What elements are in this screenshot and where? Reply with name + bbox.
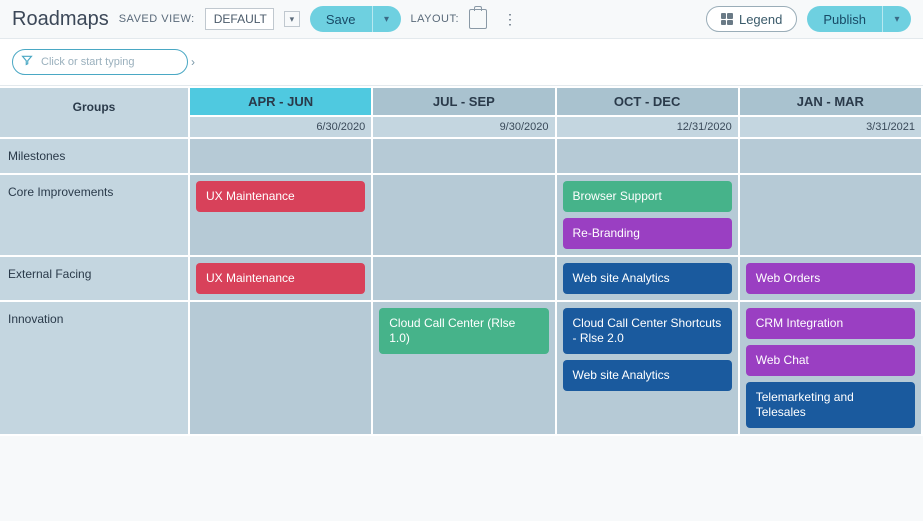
toolbar: Roadmaps SAVED VIEW: DEFAULT ▾ Save ▾ LA…: [0, 0, 923, 38]
filter-pill[interactable]: ›: [12, 49, 188, 75]
save-button-label: Save: [310, 6, 373, 32]
roadmap-card[interactable]: Telemarketing and Telesales: [746, 382, 915, 428]
grid-cell: [740, 175, 923, 257]
roadmap-grid: Groups APR - JUN JUL - SEP OCT - DEC JAN…: [0, 86, 923, 436]
publish-dropdown-icon[interactable]: ▾: [883, 6, 911, 32]
column-header-q3[interactable]: OCT - DEC: [557, 88, 740, 117]
column-header-groups: Groups: [0, 88, 190, 139]
layout-label: LAYOUT:: [411, 13, 460, 25]
roadmap-card[interactable]: UX Maintenance: [196, 263, 365, 294]
roadmap-card[interactable]: UX Maintenance: [196, 181, 365, 212]
saved-view-value: DEFAULT: [214, 12, 267, 26]
roadmap-card[interactable]: Cloud Call Center (Rlse 1.0): [379, 308, 548, 354]
publish-button-label: Publish: [807, 6, 883, 32]
roadmap-card[interactable]: Web site Analytics: [563, 360, 732, 391]
save-dropdown-icon[interactable]: ▾: [373, 6, 401, 32]
grid-cell: CRM Integration Web Chat Telemarketing and…: [740, 302, 923, 436]
legend-icon: [721, 13, 733, 25]
roadmap-card[interactable]: Cloud Call Center Shortcuts - Rlse 2.0: [563, 308, 732, 354]
filter-icon: [21, 53, 33, 71]
grid-cell: [557, 139, 740, 175]
grid-cell: Cloud Call Center (Rlse 1.0): [373, 302, 556, 436]
publish-button[interactable]: Publish ▾: [807, 6, 911, 32]
grid-cell: [373, 175, 556, 257]
grid-cell: UX Maintenance: [190, 175, 373, 257]
saved-view-caret-icon[interactable]: ▾: [284, 11, 300, 27]
column-date-q1: 6/30/2020: [190, 117, 373, 139]
column-header-q4[interactable]: JAN - MAR: [740, 88, 923, 117]
roadmap-card[interactable]: Web Orders: [746, 263, 915, 294]
grid-cell: [373, 139, 556, 175]
grid-cell: Browser Support Re-Branding: [557, 175, 740, 257]
roadmap-card[interactable]: Web site Analytics: [563, 263, 732, 294]
save-button[interactable]: Save ▾: [310, 6, 401, 32]
column-header-q1[interactable]: APR - JUN: [190, 88, 373, 117]
filter-input[interactable]: [41, 56, 183, 68]
column-header-q2[interactable]: JUL - SEP: [373, 88, 556, 117]
row-label: Core Improvements: [0, 175, 190, 257]
page-title: Roadmaps: [12, 8, 109, 31]
saved-view-label: SAVED VIEW:: [119, 13, 195, 25]
roadmap-card[interactable]: CRM Integration: [746, 308, 915, 339]
column-date-q4: 3/31/2021: [740, 117, 923, 139]
grid-cell: [373, 257, 556, 302]
row-label: External Facing: [0, 257, 190, 302]
grid-cell: Web Orders: [740, 257, 923, 302]
row-label: Milestones: [0, 139, 190, 175]
row-label: Innovation: [0, 302, 190, 436]
layout-icon[interactable]: [469, 9, 487, 29]
roadmap-card[interactable]: Re-Branding: [563, 218, 732, 249]
legend-button[interactable]: Legend: [706, 6, 797, 32]
saved-view-select[interactable]: DEFAULT: [205, 8, 274, 30]
grid-cell: UX Maintenance: [190, 257, 373, 302]
grid-cell: [740, 139, 923, 175]
grid-cell: [190, 139, 373, 175]
grid-cell: Web site Analytics: [557, 257, 740, 302]
roadmap-card[interactable]: Web Chat: [746, 345, 915, 376]
roadmap-card[interactable]: Browser Support: [563, 181, 732, 212]
column-date-q2: 9/30/2020: [373, 117, 556, 139]
grid-cell: Cloud Call Center Shortcuts - Rlse 2.0 We…: [557, 302, 740, 436]
grid-cell: [190, 302, 373, 436]
chevron-right-icon[interactable]: ›: [191, 55, 195, 69]
more-menu-icon[interactable]: ⋮: [497, 11, 524, 28]
legend-button-label: Legend: [739, 12, 782, 27]
filter-bar: ›: [0, 38, 923, 86]
column-date-q3: 12/31/2020: [557, 117, 740, 139]
